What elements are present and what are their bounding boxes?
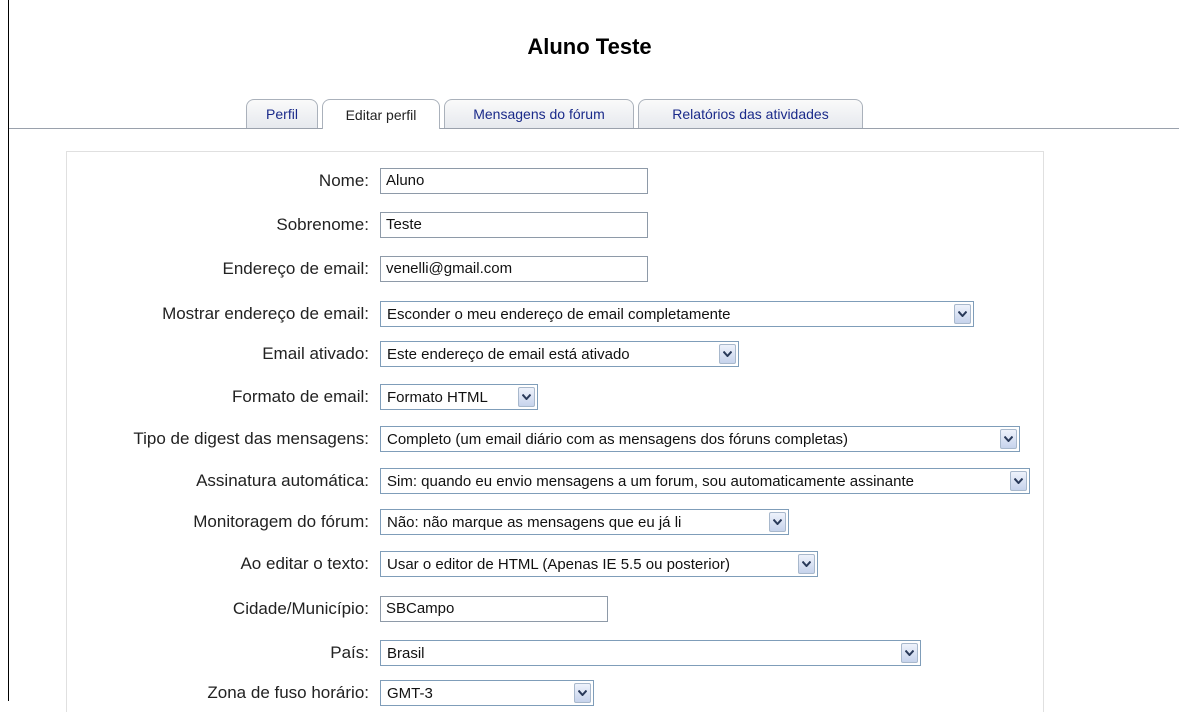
editor-select[interactable]: Usar o editor de HTML (Apenas IE 5.5 ou … <box>380 551 818 577</box>
row-pais: País: Brasil <box>0 640 1179 666</box>
mostrar-email-label: Mostrar endereço de email: <box>162 304 369 323</box>
row-monitoragem: Monitoragem do fórum: Não: não marque as… <box>0 509 1179 535</box>
editor-value: Usar o editor de HTML (Apenas IE 5.5 ou … <box>387 556 730 573</box>
assinatura-label: Assinatura automática: <box>196 471 369 490</box>
row-formato-email: Formato de email: Formato HTML <box>0 384 1179 410</box>
chevron-down-icon[interactable] <box>518 387 535 407</box>
row-sobrenome: Sobrenome: Teste <box>0 212 1179 238</box>
fuso-value: GMT-3 <box>387 685 433 702</box>
row-cidade: Cidade/Município: SBCampo <box>0 596 1179 622</box>
tabs-divider <box>9 128 1179 129</box>
row-email: Endereço de email: venelli@gmail.com <box>0 256 1179 282</box>
sobrenome-input[interactable]: Teste <box>380 212 648 238</box>
digest-value: Completo (um email diário com as mensage… <box>387 431 849 448</box>
row-nome: Nome: Aluno <box>0 168 1179 194</box>
tab-perfil[interactable]: Perfil <box>246 99 318 128</box>
monitoragem-label: Monitoragem do fórum: <box>193 512 369 531</box>
fuso-select[interactable]: GMT-3 <box>380 680 594 706</box>
chevron-down-icon[interactable] <box>1000 429 1017 449</box>
fuso-label: Zona de fuso horário: <box>207 683 369 702</box>
pais-value: Brasil <box>387 645 425 662</box>
email-ativado-value: Este endereço de email está ativado <box>387 346 630 363</box>
cidade-label: Cidade/Município: <box>232 599 369 618</box>
chevron-down-icon[interactable] <box>901 643 918 663</box>
email-ativado-select[interactable]: Este endereço de email está ativado <box>380 341 739 367</box>
mostrar-email-value: Esconder o meu endereço de email complet… <box>387 306 731 323</box>
row-email-ativado: Email ativado: Este endereço de email es… <box>0 341 1179 367</box>
row-assinatura: Assinatura automática: Sim: quando eu en… <box>0 468 1179 494</box>
formato-email-select[interactable]: Formato HTML <box>380 384 538 410</box>
tab-relatorios-atividades[interactable]: Relatórios das atividades <box>638 99 863 128</box>
page-title: Aluno Teste <box>527 34 652 59</box>
chevron-down-icon[interactable] <box>798 554 815 574</box>
nome-label: Nome: <box>318 171 369 190</box>
tab-mensagens-forum[interactable]: Mensagens do fórum <box>444 99 634 128</box>
chevron-down-icon[interactable] <box>574 683 591 703</box>
digest-select[interactable]: Completo (um email diário com as mensage… <box>380 426 1020 452</box>
chevron-down-icon[interactable] <box>769 512 786 532</box>
cidade-input[interactable]: SBCampo <box>380 596 608 622</box>
assinatura-select[interactable]: Sim: quando eu envio mensagens a um foru… <box>380 468 1030 494</box>
nome-input[interactable]: Aluno <box>380 168 648 194</box>
digest-label: Tipo de digest das mensagens: <box>133 429 369 448</box>
chevron-down-icon[interactable] <box>719 344 736 364</box>
monitoragem-select[interactable]: Não: não marque as mensagens que eu já l… <box>380 509 789 535</box>
pais-select[interactable]: Brasil <box>380 640 921 666</box>
chevron-down-icon[interactable] <box>1010 471 1027 491</box>
row-editor: Ao editar o texto: Usar o editor de HTML… <box>0 551 1179 577</box>
formato-email-value: Formato HTML <box>387 389 488 406</box>
row-digest: Tipo de digest das mensagens: Completo (… <box>0 426 1179 452</box>
assinatura-value: Sim: quando eu envio mensagens a um foru… <box>387 473 914 490</box>
chevron-down-icon[interactable] <box>954 304 971 324</box>
formato-email-label: Formato de email: <box>232 387 369 406</box>
mostrar-email-select[interactable]: Esconder o meu endereço de email complet… <box>380 301 974 327</box>
row-fuso: Zona de fuso horário: GMT-3 <box>0 680 1179 706</box>
sobrenome-label: Sobrenome: <box>276 215 369 234</box>
tab-editar-perfil[interactable]: Editar perfil <box>322 99 440 129</box>
monitoragem-value: Não: não marque as mensagens que eu já l… <box>387 514 682 531</box>
pais-label: País: <box>330 643 369 662</box>
email-ativado-label: Email ativado: <box>262 344 369 363</box>
row-mostrar-email: Mostrar endereço de email: Esconder o me… <box>0 301 1179 327</box>
email-input[interactable]: venelli@gmail.com <box>380 256 648 282</box>
email-label: Endereço de email: <box>222 259 369 278</box>
editor-label: Ao editar o texto: <box>240 554 369 573</box>
